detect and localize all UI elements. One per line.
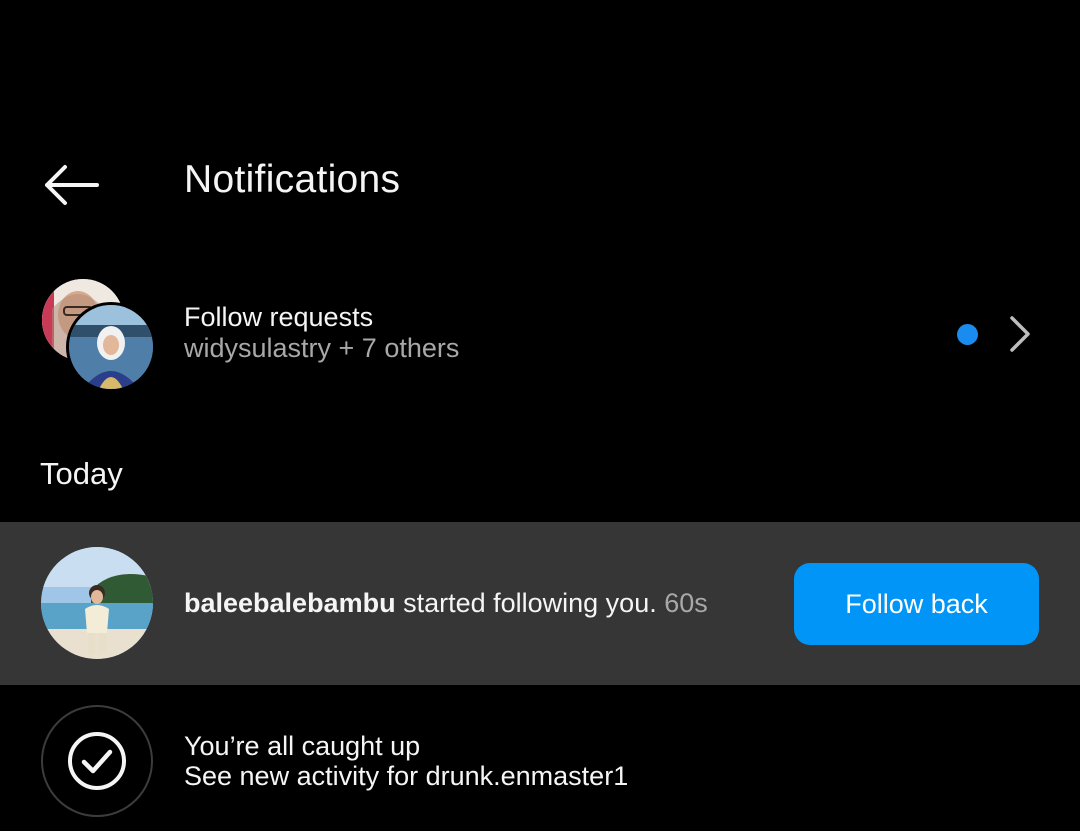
caught-up-text: You’re all caught up See new activity fo…	[184, 731, 628, 791]
page-title: Notifications	[184, 158, 401, 201]
notification-row[interactable]: baleebalebambu started following you. 60…	[0, 522, 1080, 685]
chevron-right-icon	[1010, 316, 1030, 352]
unread-dot	[957, 324, 978, 345]
follow-requests-title: Follow requests	[184, 302, 374, 332]
avatar	[66, 302, 156, 392]
notification-username[interactable]: baleebalebambu	[184, 588, 396, 618]
notification-text: baleebalebambu started following you. 60…	[184, 586, 708, 620]
notification-time: 60s	[664, 588, 708, 618]
avatar[interactable]	[41, 547, 153, 659]
caught-up-row: You’re all caught up See new activity fo…	[0, 700, 1080, 820]
back-button[interactable]	[36, 155, 106, 215]
follow-requests-subtitle: widysulastry + 7 others	[184, 333, 460, 363]
follow-requests-row[interactable]: Follow requests widysulastry + 7 others	[0, 270, 1080, 398]
check-circle-icon	[68, 732, 126, 790]
follow-back-button[interactable]: Follow back	[794, 563, 1039, 645]
caught-up-title: You’re all caught up	[184, 731, 421, 761]
arrow-left-icon	[45, 165, 99, 205]
header-bar: Notifications	[0, 130, 1080, 230]
notification-action: started following you.	[395, 588, 665, 618]
follow-requests-text: Follow requests widysulastry + 7 others	[184, 302, 459, 364]
caught-up-subtitle[interactable]: See new activity for drunk.enmaster1	[184, 761, 628, 791]
section-header-today: Today	[40, 456, 123, 491]
caught-up-icon-container	[41, 705, 153, 817]
